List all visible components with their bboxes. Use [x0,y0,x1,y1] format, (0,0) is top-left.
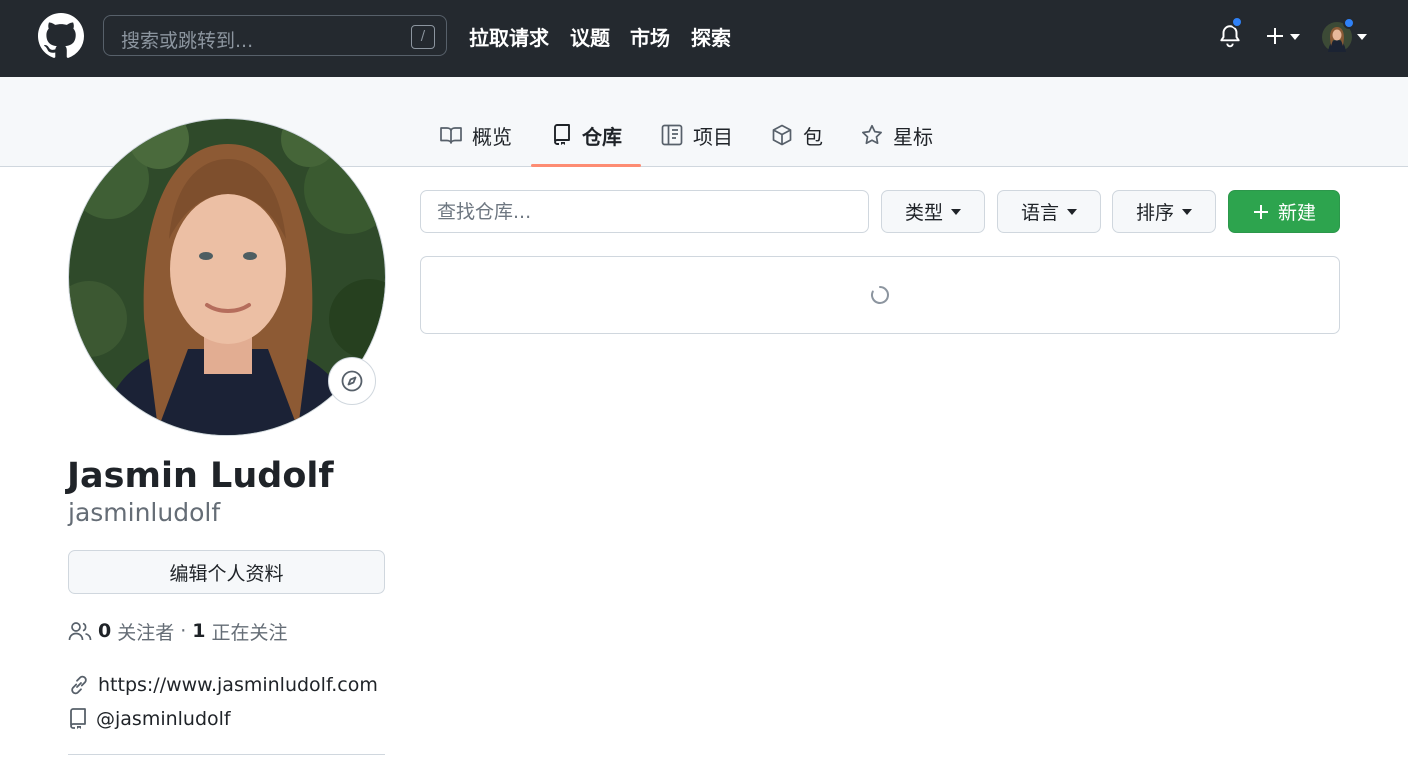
tab-overview[interactable]: 概览 [440,120,512,150]
follow-separator: · [180,620,187,642]
nav-pull-requests[interactable]: 拉取请求 [469,22,549,51]
search-shortcut-hint: / [411,25,435,49]
tab-label: 星标 [893,124,933,149]
language-filter-dropdown[interactable]: 语言 [997,190,1101,233]
repo-icon [554,124,570,145]
followers-link[interactable]: 关注者 [117,618,174,645]
caret-down-icon[interactable] [1289,33,1301,41]
caret-down-icon[interactable] [1356,33,1368,41]
dropdown-label: 排序 [1135,202,1174,224]
following-link[interactable]: 正在关注 [212,618,288,645]
repo-icon [70,708,86,729]
edit-profile-button[interactable]: 编辑个人资料 [68,550,385,594]
sidebar-divider [68,754,385,755]
compass-icon [341,370,363,392]
tab-label: 仓库 [582,124,622,149]
notification-indicator [1231,16,1243,28]
people-icon [68,622,92,641]
github-logo-icon[interactable] [38,13,84,59]
repository-list [420,256,1340,334]
dropdown-label: 语言 [1020,202,1059,224]
plus-icon [1253,204,1268,219]
tab-label: 包 [803,124,823,149]
package-icon [772,124,792,146]
new-button-label: 新建 [1277,202,1316,224]
sort-dropdown[interactable]: 排序 [1112,190,1216,233]
star-icon [862,124,882,145]
global-search[interactable]: 搜索或跳转到... / [103,15,447,56]
dropdown-label: 类型 [904,202,943,224]
profile-full-name: Jasmin Ludolf [67,456,334,496]
website-row: https://www.jasminludolf.com [68,672,378,698]
tab-stars[interactable]: 星标 [861,120,933,150]
selected-tab-indicator [531,164,641,167]
project-icon [661,124,683,146]
following-count[interactable]: 1 [192,620,205,642]
set-status-button[interactable] [328,357,376,405]
tab-packages[interactable]: 包 [771,120,823,150]
avatar-status-dot [1343,17,1355,29]
find-repository-input[interactable] [420,190,869,233]
nav-issues[interactable]: 议题 [570,22,610,51]
tab-repositories[interactable]: 仓库 [552,120,622,150]
caret-down-icon [951,208,961,215]
caret-down-icon [1067,208,1077,215]
global-header: 搜索或跳转到... / 拉取请求 议题 市场 探索 [0,0,1408,77]
tab-label: 项目 [693,124,733,149]
social-row: @jasminludolf [68,706,231,732]
website-link[interactable]: https://www.jasminludolf.com [98,674,378,696]
social-handle[interactable]: @jasminludolf [96,708,231,730]
nav-explore[interactable]: 探索 [691,22,731,51]
search-placeholder: 搜索或跳转到... [121,30,254,52]
type-filter-dropdown[interactable]: 类型 [881,190,985,233]
link-icon [71,675,87,695]
followers-count[interactable]: 0 [98,620,111,642]
loading-spinner-icon [871,286,889,304]
book-icon [440,127,462,144]
profile-username: jasminludolf [68,498,221,527]
caret-down-icon [1182,208,1192,215]
follow-stats: 0 关注者 · 1 正在关注 [68,618,288,644]
nav-marketplace[interactable]: 市场 [630,22,670,51]
plus-icon[interactable] [1265,26,1285,46]
tab-label: 概览 [472,124,512,149]
new-repository-button[interactable]: 新建 [1228,190,1340,233]
tab-projects[interactable]: 项目 [661,120,733,150]
